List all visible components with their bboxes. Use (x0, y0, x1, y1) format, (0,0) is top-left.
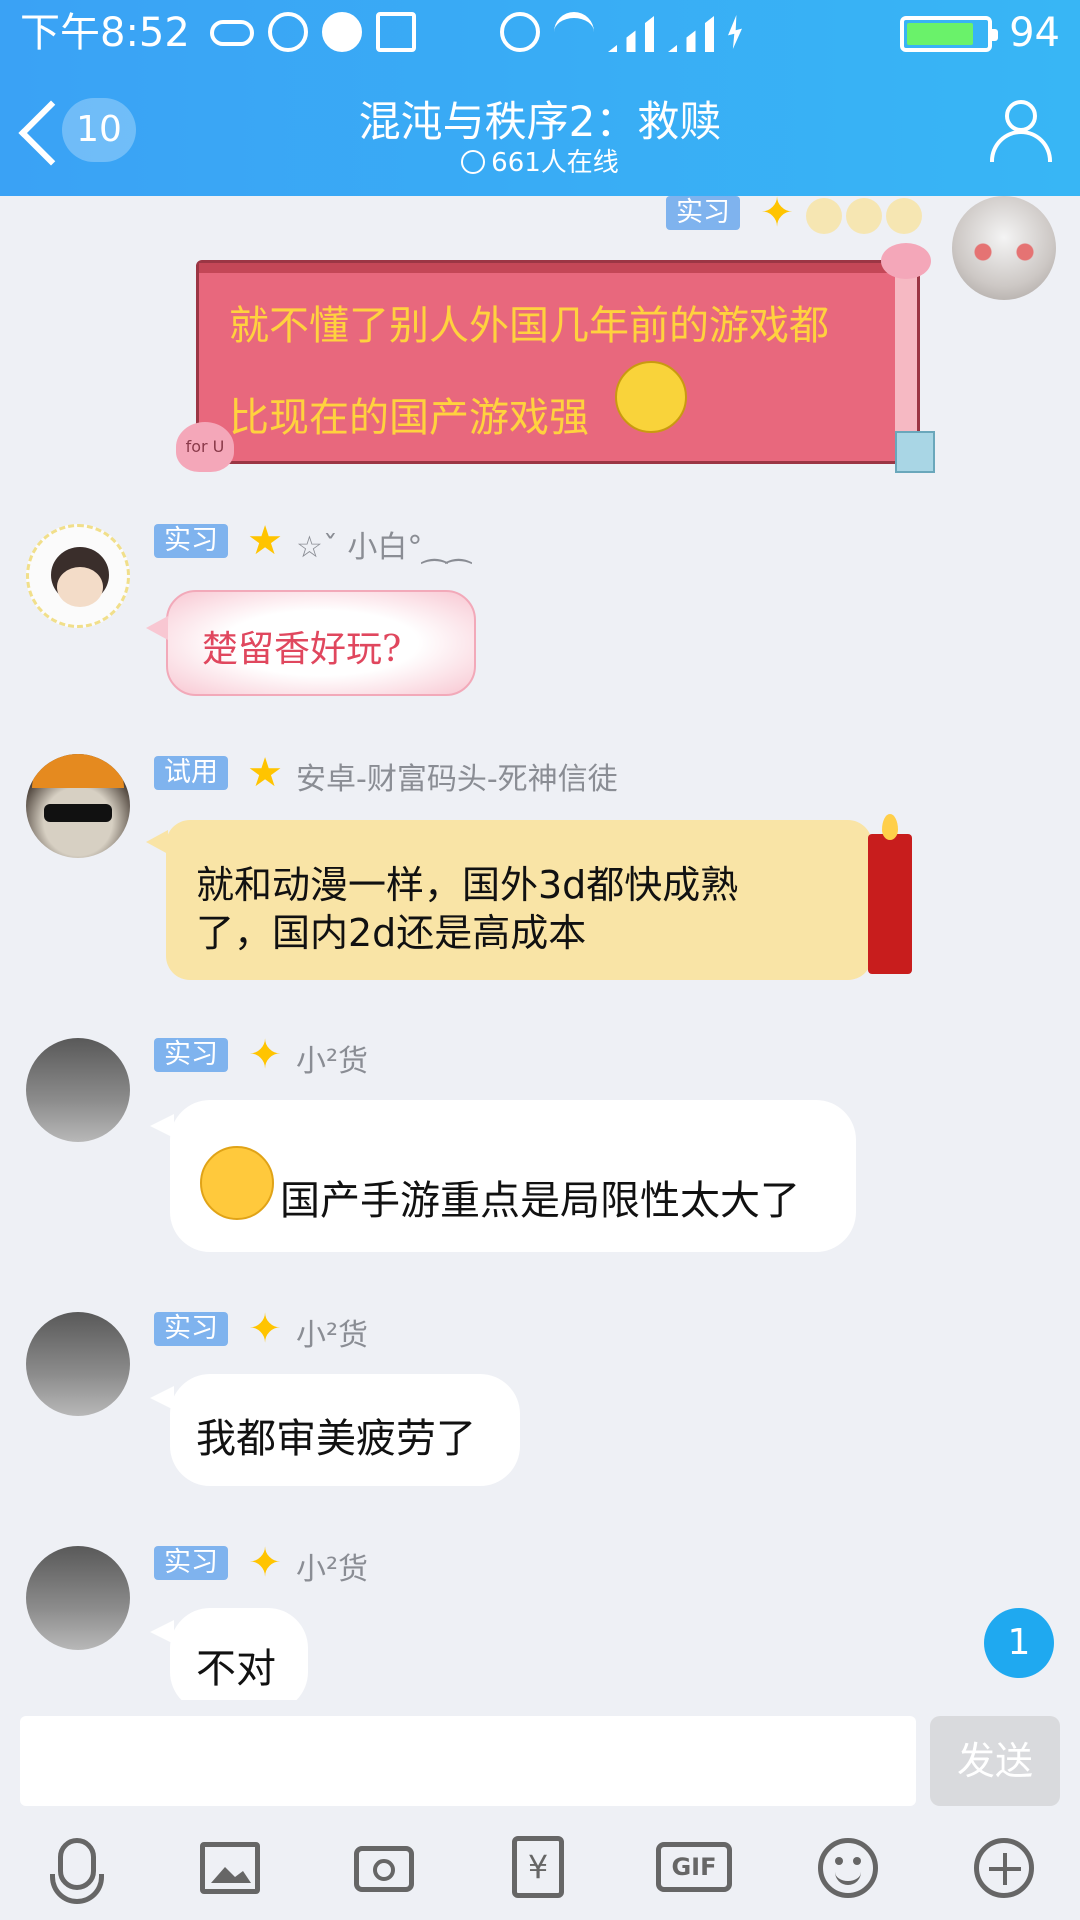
avatar[interactable] (952, 196, 1056, 300)
input-bar: 发送 ¥ GIF (0, 1700, 1080, 1920)
camera-icon[interactable] (354, 1846, 414, 1892)
status-time: 下午8:52 (20, 10, 190, 56)
red-packet-icon[interactable]: ¥ (512, 1836, 564, 1898)
battery-icon (900, 16, 998, 52)
online-status: 661人在线 (0, 142, 1080, 179)
message-text: 楚留香好玩? (202, 629, 402, 670)
candle-icon (868, 834, 912, 974)
user-icon (1005, 100, 1037, 132)
username: 安卓-财富码头-死神信徒 (296, 762, 618, 797)
cat-face-icon (974, 242, 1034, 262)
level-star-icon: ✦ (248, 1032, 282, 1078)
emoji-status-icons (806, 198, 922, 238)
avatar[interactable] (26, 1038, 130, 1142)
username: ☆ˇ 小白°⁔⁔ (296, 530, 471, 565)
message-bubble[interactable]: 不对 (170, 1608, 308, 1712)
alarm-icon (500, 12, 540, 52)
send-button[interactable]: 发送 (930, 1716, 1060, 1806)
member-badge: 实习 (154, 1312, 228, 1346)
infinity-icon (210, 20, 254, 46)
message-bubble[interactable]: 我都审美疲劳了 (170, 1374, 520, 1486)
signal-3g-icon (608, 16, 654, 52)
message-text: 比现在的国产游戏强 (229, 395, 589, 441)
status-bar: 下午8:52 94 (0, 0, 1080, 66)
avatar[interactable] (26, 524, 130, 628)
member-badge: 实习 (154, 1546, 228, 1580)
level-star-icon: ★ (247, 750, 283, 796)
level-star-icon: ✦ (248, 1306, 282, 1352)
charging-icon (728, 15, 742, 49)
message-bubble[interactable]: 就不懂了别人外国几年前的游戏都 比现在的国产游戏强 (196, 243, 935, 473)
battery-level: 94 (1009, 10, 1060, 56)
check-circle-icon (461, 150, 486, 174)
message-bubble[interactable]: 楚留香好玩? (166, 590, 476, 696)
message-input[interactable] (20, 1716, 916, 1806)
message-text: 不对 (196, 1646, 276, 1692)
member-badge: 试用 (154, 756, 228, 790)
wifi-icon (554, 12, 594, 52)
sunglasses-icon (44, 804, 112, 822)
chat-bubble-icon (322, 12, 362, 52)
message-text: 我都审美疲劳了 (196, 1416, 476, 1462)
sweat-emoji-icon (615, 361, 687, 433)
message-bubble[interactable]: 国产手游重点是局限性太大了 (170, 1100, 856, 1252)
gift-box-icon (895, 431, 935, 473)
level-star-icon: ✦ (248, 1540, 282, 1586)
level-star-icon: ✦ (760, 190, 794, 236)
signal-icon (668, 16, 714, 52)
gif-icon[interactable]: GIF (656, 1842, 732, 1892)
group-members-button[interactable] (988, 100, 1054, 164)
message-text: 了，国内2d还是高成本 (196, 911, 587, 955)
emoji-icon[interactable] (818, 1838, 878, 1898)
message-text: 就不懂了别人外国几年前的游戏都 (229, 303, 829, 349)
image-icon[interactable] (200, 1842, 260, 1894)
new-message-indicator[interactable]: 1 (984, 1608, 1054, 1678)
avatar[interactable] (26, 754, 130, 858)
toolbar: ¥ GIF (0, 1832, 1080, 1912)
username: 小²货 (296, 1318, 369, 1353)
message-text: 就和动漫一样，国外3d都快成熟 (196, 863, 739, 907)
notification-icons (210, 12, 416, 52)
bow-icon (881, 243, 931, 279)
avatar[interactable] (26, 1312, 130, 1416)
username: 小²货 (296, 1552, 369, 1587)
heart-sticker: for U (176, 422, 234, 472)
plus-icon[interactable] (974, 1838, 1034, 1898)
member-badge: 实习 (154, 524, 228, 558)
message-bubble[interactable]: 就和动漫一样，国外3d都快成熟 了，国内2d还是高成本 (166, 814, 912, 980)
member-badge: 实习 (666, 196, 740, 230)
member-badge: 实习 (154, 1038, 228, 1072)
chat-title: 混沌与秩序2：救赎 (358, 97, 722, 146)
level-star-icon: ★ (247, 518, 283, 564)
document-icon (376, 12, 416, 52)
system-icons (500, 12, 742, 52)
avatar[interactable] (26, 1546, 130, 1650)
username: 小²货 (296, 1044, 369, 1079)
tired-emoji-icon (200, 1146, 274, 1220)
message-text: 国产手游重点是局限性太大了 (280, 1178, 800, 1224)
chat-header: 下午8:52 94 10 混沌与秩序2：救赎 661人在线 (0, 0, 1080, 196)
pinwheel-icon (268, 12, 308, 52)
leopard-hat-icon (32, 754, 124, 788)
